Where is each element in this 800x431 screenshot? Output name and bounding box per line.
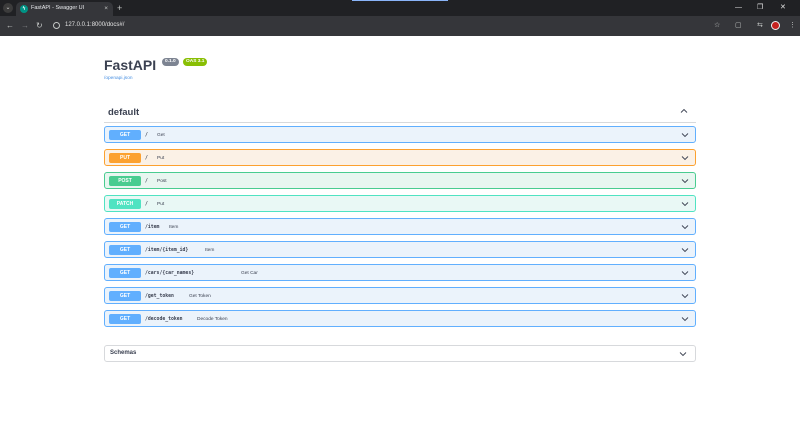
http-method-badge: POST	[109, 176, 141, 186]
openapi-json-link[interactable]: /openapi.json	[104, 76, 133, 81]
operation-row[interactable]: GET/item/{item_id} Item	[104, 241, 696, 258]
chevron-down-icon[interactable]	[679, 350, 687, 358]
tab-close-icon[interactable]: ×	[104, 4, 108, 13]
loading-indicator	[352, 0, 448, 1]
window-minimize-button[interactable]: —	[735, 3, 742, 13]
cast-icon[interactable]: ⇆	[757, 20, 763, 32]
http-method-badge: GET	[109, 291, 141, 301]
operation-row[interactable]: GET / Get	[104, 126, 696, 143]
puzzle-icon[interactable]: ▢	[735, 20, 742, 32]
address-bar[interactable]: 127.0.0.1:8000/docs#/	[65, 21, 124, 30]
operation-path: /	[145, 179, 148, 184]
operation-path: /get_token	[145, 294, 174, 299]
http-method-badge: GET	[109, 222, 141, 232]
operation-row[interactable]: PUT / Put	[104, 149, 696, 166]
operation-summary: Get Car	[241, 271, 258, 276]
http-method-badge: PATCH	[109, 199, 141, 209]
chevron-down-icon[interactable]: ⌄	[3, 3, 13, 13]
browser-toolbar: ← → ↻ 127.0.0.1:8000/docs#/ ☆ ▢ ⇆ ⋮	[0, 16, 800, 36]
chevron-down-icon[interactable]	[681, 292, 689, 300]
swagger-page: FastAPI 0.1.0 OAS 3.1 /openapi.json defa…	[0, 36, 800, 431]
tab-title: FastAPI - Swagger UI	[31, 5, 85, 11]
tag-name: default	[108, 107, 140, 118]
http-method-badge: GET	[109, 245, 141, 255]
chevron-down-icon[interactable]	[681, 223, 689, 231]
chevron-down-icon[interactable]	[681, 131, 689, 139]
version-badge: 0.1.0	[162, 58, 179, 66]
browser-tab[interactable]: ϟ FastAPI - Swagger UI ×	[16, 2, 113, 16]
window-close-button[interactable]: ✕	[780, 3, 786, 13]
http-method-badge: GET	[109, 268, 141, 278]
site-info-icon[interactable]	[53, 22, 60, 29]
tag-section-default[interactable]: default	[104, 102, 696, 123]
oas-badge: OAS 3.1	[183, 58, 208, 66]
operation-summary: Decode Token	[197, 317, 228, 322]
arrow-right-icon[interactable]: →	[21, 20, 29, 32]
operation-row[interactable]: PATCH / Put	[104, 195, 696, 212]
operation-summary: Post	[157, 179, 167, 184]
fastapi-favicon-icon: ϟ	[20, 5, 28, 13]
operation-path: /item	[145, 225, 160, 230]
operation-path: /cars/{car_names}	[145, 271, 195, 276]
schemas-section[interactable]: Schemas	[104, 345, 696, 362]
http-method-badge: GET	[109, 130, 141, 140]
chevron-up-icon[interactable]	[680, 107, 688, 115]
chevron-down-icon[interactable]	[681, 154, 689, 162]
operation-row[interactable]: GET/get_token Get Token	[104, 287, 696, 304]
operation-row[interactable]: GET/cars/{car_names} Get Car	[104, 264, 696, 281]
operation-row[interactable]: GET/decode_token Decode Token	[104, 310, 696, 327]
operation-summary: Item	[205, 248, 215, 253]
operation-path: /item/{item_id}	[145, 248, 189, 253]
operation-summary: Put	[157, 156, 165, 161]
operation-summary: Get Token	[189, 294, 211, 299]
kebab-icon[interactable]: ⋮	[789, 20, 796, 32]
http-method-badge: PUT	[109, 153, 141, 163]
api-title: FastAPI	[104, 57, 157, 73]
star-icon[interactable]: ☆	[714, 20, 720, 32]
browser-tab-strip: ⌄ ϟ FastAPI - Swagger UI × + — ❐ ✕	[0, 0, 800, 16]
chevron-down-icon[interactable]	[681, 246, 689, 254]
chevron-down-icon[interactable]	[681, 269, 689, 277]
schemas-label: Schemas	[110, 350, 137, 356]
http-method-badge: GET	[109, 314, 141, 324]
operation-path: /	[145, 202, 148, 207]
operation-row[interactable]: GET/item Item	[104, 218, 696, 235]
operation-summary: Put	[157, 202, 165, 207]
operation-row[interactable]: POST / Post	[104, 172, 696, 189]
chevron-down-icon[interactable]	[681, 177, 689, 185]
chevron-down-icon[interactable]	[681, 315, 689, 323]
operation-summary: Get	[157, 133, 165, 138]
operation-path: /	[145, 156, 148, 161]
new-tab-button[interactable]: +	[117, 2, 122, 14]
profile-avatar[interactable]	[771, 21, 780, 30]
chevron-down-icon[interactable]	[681, 200, 689, 208]
operation-path: /decode_token	[145, 317, 183, 322]
reload-icon[interactable]: ↻	[36, 20, 43, 32]
operation-path: /	[145, 133, 148, 138]
operation-summary: Item	[169, 225, 179, 230]
window-restore-button[interactable]: ❐	[757, 3, 763, 13]
arrow-left-icon[interactable]: ←	[6, 20, 14, 32]
